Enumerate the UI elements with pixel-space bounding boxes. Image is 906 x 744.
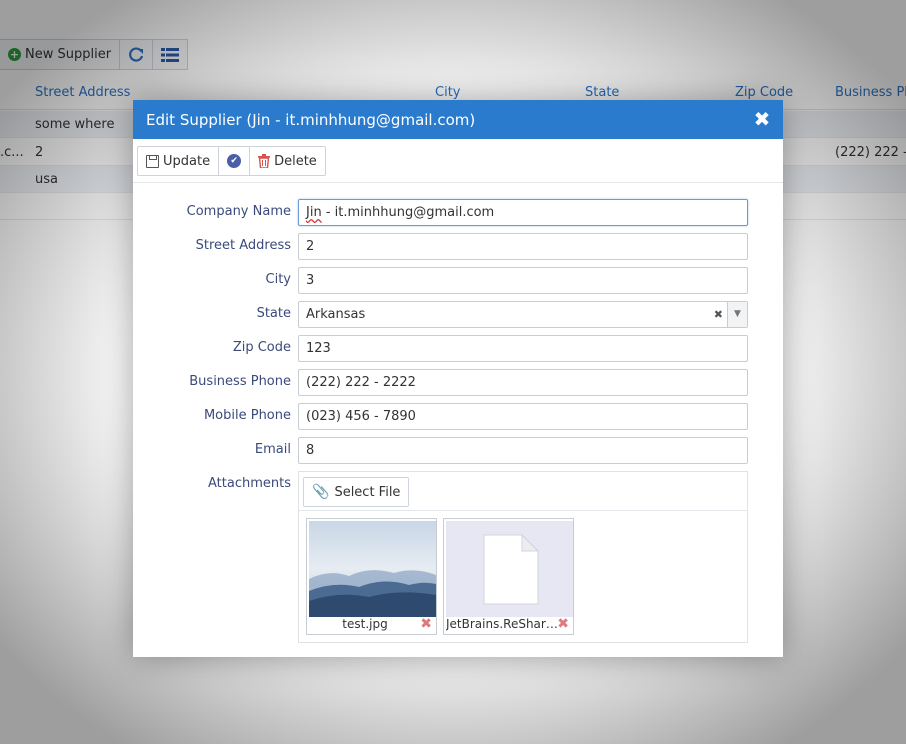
state-row: State Arkansas ✖ ▼ bbox=[133, 301, 783, 328]
plus-icon: + bbox=[8, 48, 21, 61]
paperclip-icon: 📎 bbox=[312, 484, 330, 500]
select-file-label: Select File bbox=[334, 484, 401, 500]
close-icon[interactable]: ✖ bbox=[753, 108, 771, 130]
update-label: Update bbox=[163, 153, 211, 169]
clear-icon[interactable]: ✖ bbox=[714, 308, 723, 321]
company-name-field[interactable]: Jin - it.minhhung@gmail.com bbox=[298, 199, 748, 226]
city-value: 3 bbox=[306, 273, 315, 288]
attachments-box: 📎 Select File test.jpg ✖ JetBrains.ReSha… bbox=[298, 471, 748, 643]
select-file-button[interactable]: 📎 Select File bbox=[303, 477, 410, 507]
column-zip-code[interactable]: Zip Code bbox=[735, 85, 793, 100]
column-business-phone[interactable]: Business Ph bbox=[835, 85, 906, 100]
new-supplier-label: New Supplier bbox=[25, 47, 112, 62]
edit-supplier-dialog: Edit Supplier (Jin - it.minhhung@gmail.c… bbox=[133, 100, 783, 657]
business-phone-label: Business Phone bbox=[189, 374, 291, 389]
delete-label: Delete bbox=[274, 153, 317, 169]
attachment-file-name: JetBrains.ReSharper... bbox=[446, 617, 558, 631]
save-icon bbox=[146, 154, 159, 168]
list-icon bbox=[161, 47, 180, 62]
company-name-row: Company Name Jin - it.minhhung@gmail.com bbox=[133, 199, 783, 226]
update-button[interactable]: Update bbox=[138, 147, 220, 175]
business-phone-field[interactable]: (222) 222 - 2222 bbox=[298, 369, 748, 396]
state-value: Arkansas bbox=[306, 307, 366, 322]
column-city[interactable]: City bbox=[435, 85, 460, 100]
column-state[interactable]: State bbox=[585, 85, 619, 100]
trash-icon bbox=[258, 154, 271, 168]
city-row: City 3 bbox=[133, 267, 783, 294]
email-value: 8 bbox=[306, 443, 315, 458]
business-phone-value: (222) 222 - 2222 bbox=[306, 375, 416, 390]
mobile-phone-field[interactable]: (023) 456 - 7890 bbox=[298, 403, 748, 430]
list-view-button[interactable] bbox=[153, 40, 187, 69]
dialog-title: Edit Supplier (Jin - it.minhhung@gmail.c… bbox=[146, 110, 476, 129]
state-label: State bbox=[256, 306, 291, 321]
city-label: City bbox=[265, 272, 291, 287]
document-icon bbox=[446, 521, 573, 617]
zip-code-label: Zip Code bbox=[232, 340, 291, 355]
mobile-phone-row: Mobile Phone (023) 456 - 7890 bbox=[133, 403, 783, 430]
new-supplier-button[interactable]: + New Supplier bbox=[0, 40, 121, 69]
attachment-tile[interactable]: JetBrains.ReSharper... ✖ bbox=[443, 518, 574, 635]
delete-button[interactable]: Delete bbox=[250, 147, 325, 175]
cell-phone: (222) 222 - 2 bbox=[835, 145, 906, 160]
action-button-group: Update ✔ Delete bbox=[137, 146, 326, 176]
cell-prefix: .c... bbox=[0, 145, 24, 160]
image-thumbnail bbox=[309, 521, 436, 617]
street-address-field[interactable]: 2 bbox=[298, 233, 748, 260]
attachments-label: Attachments bbox=[208, 476, 291, 491]
remove-attachment-icon[interactable]: ✖ bbox=[420, 617, 432, 632]
business-phone-row: Business Phone (222) 222 - 2222 bbox=[133, 369, 783, 396]
refresh-icon bbox=[129, 46, 144, 62]
zip-code-value: 123 bbox=[306, 341, 331, 356]
email-row: Email 8 bbox=[133, 437, 783, 464]
street-address-label: Street Address bbox=[195, 238, 291, 253]
zip-code-field[interactable]: 123 bbox=[298, 335, 748, 362]
street-address-row: Street Address 2 bbox=[133, 233, 783, 260]
dialog-toolbar: Update ✔ Delete bbox=[133, 139, 783, 183]
zip-code-row: Zip Code 123 bbox=[133, 335, 783, 362]
mobile-phone-value: (023) 456 - 7890 bbox=[306, 409, 416, 424]
attachments-toolbar: 📎 Select File bbox=[299, 472, 747, 511]
mobile-phone-label: Mobile Phone bbox=[203, 408, 291, 423]
street-address-value: 2 bbox=[306, 239, 315, 254]
city-field[interactable]: 3 bbox=[298, 267, 748, 294]
company-name-value-prefix: Jin bbox=[306, 205, 322, 220]
chevron-down-icon[interactable]: ▼ bbox=[727, 302, 747, 327]
dialog-titlebar: Edit Supplier (Jin - it.minhhung@gmail.c… bbox=[133, 100, 783, 139]
cell-street: some where bbox=[35, 117, 115, 132]
company-name-label: Company Name bbox=[186, 204, 291, 219]
refresh-button[interactable] bbox=[120, 40, 154, 69]
company-name-value-rest: - it.minhhung@gmail.com bbox=[321, 205, 495, 220]
email-label: Email bbox=[254, 442, 291, 457]
grid-toolbar: + New Supplier bbox=[0, 39, 189, 70]
remove-attachment-icon[interactable]: ✖ bbox=[557, 617, 569, 632]
cell-street: usa bbox=[35, 172, 58, 187]
column-street-address[interactable]: Street Address bbox=[35, 85, 130, 100]
cell-street: 2 bbox=[35, 145, 44, 160]
state-select[interactable]: Arkansas ✖ ▼ bbox=[298, 301, 748, 328]
attachment-file-name: test.jpg bbox=[342, 617, 388, 631]
attachment-tile[interactable]: test.jpg ✖ bbox=[306, 518, 437, 635]
check-circle-icon: ✔ bbox=[227, 154, 242, 168]
email-field[interactable]: 8 bbox=[298, 437, 748, 464]
validate-button[interactable]: ✔ bbox=[219, 147, 251, 175]
